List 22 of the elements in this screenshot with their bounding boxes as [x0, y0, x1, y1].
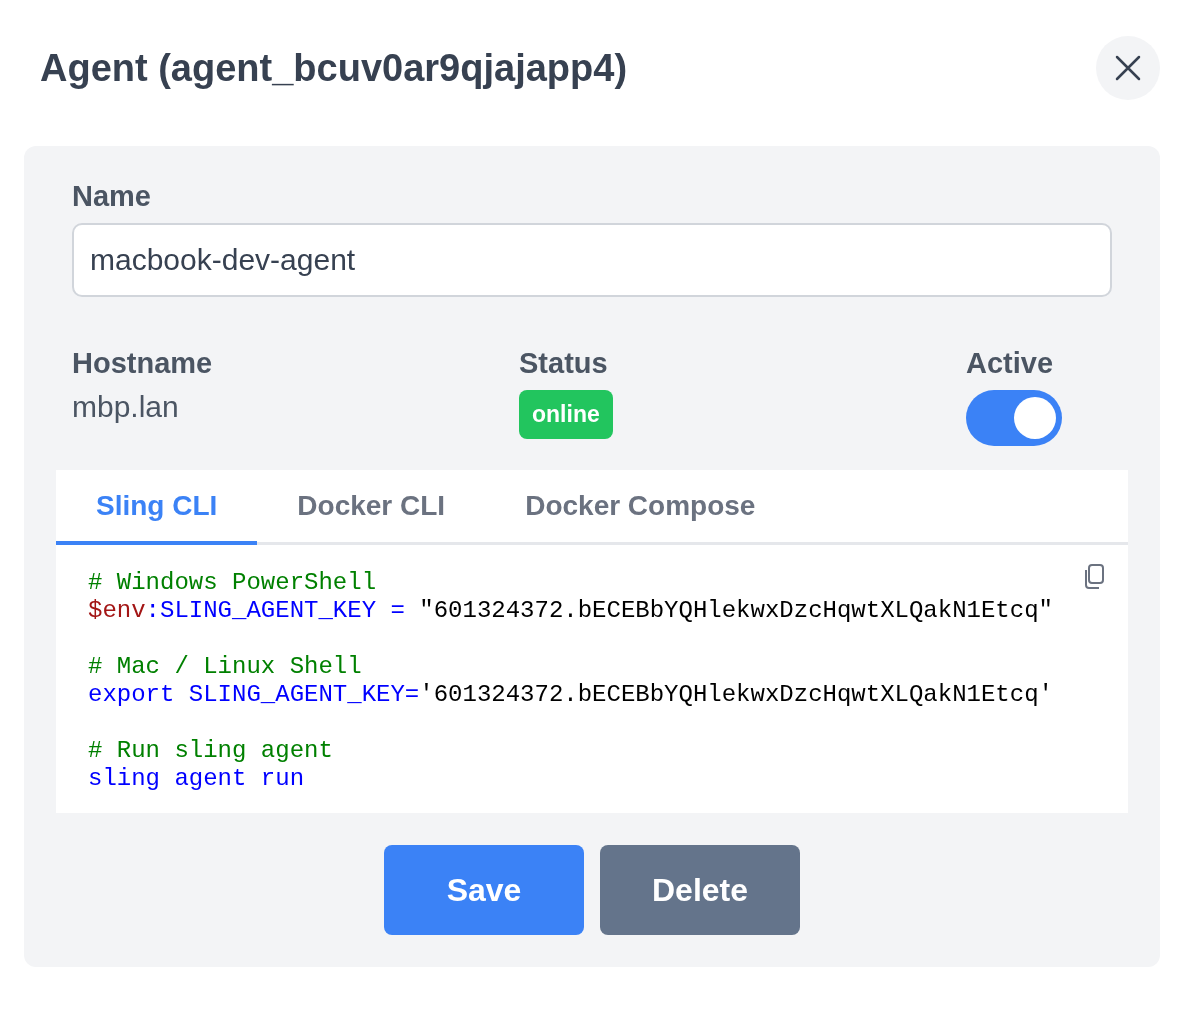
save-button[interactable]: Save	[384, 845, 584, 935]
hostname-value: mbp.lan	[71, 390, 180, 424]
code-line: $env:SLING_AGENT_KEY = "601324372.bECEBbYQHlekwxDzcHqwtXLQakN1Etcq"	[88, 597, 1054, 625]
field-label: Status	[518, 347, 609, 380]
code-line: export SLING_AGENT_KEY='601324372.bECEBbYQHlekwxDzcHqwtXLQakN1Etcq'	[88, 681, 1054, 709]
tab[interactable]: Docker Compose	[485, 470, 796, 545]
field-label: Active	[965, 347, 1055, 380]
close-icon	[1114, 54, 1142, 82]
tab[interactable]: Docker CLI	[257, 470, 486, 545]
field-label: Name	[71, 180, 152, 213]
copy-icon[interactable]	[1082, 563, 1106, 591]
code-line: # Run sling agent	[88, 737, 334, 765]
dialog-title: Agent (agent_bcuv0ar9qjajapp4)	[40, 46, 628, 90]
code-line: # Mac / Linux Shell	[88, 653, 363, 681]
field-label: Hostname	[71, 347, 214, 380]
name-input[interactable]: macbook-dev-agent	[72, 223, 1112, 297]
code-line: # Windows PowerShell	[88, 569, 378, 597]
active-toggle[interactable]	[966, 390, 1062, 446]
delete-button[interactable]: Delete	[600, 845, 800, 935]
tab[interactable]: Sling CLI	[56, 470, 258, 545]
code-line: sling agent run	[88, 765, 306, 793]
status-badge: online	[519, 390, 613, 439]
